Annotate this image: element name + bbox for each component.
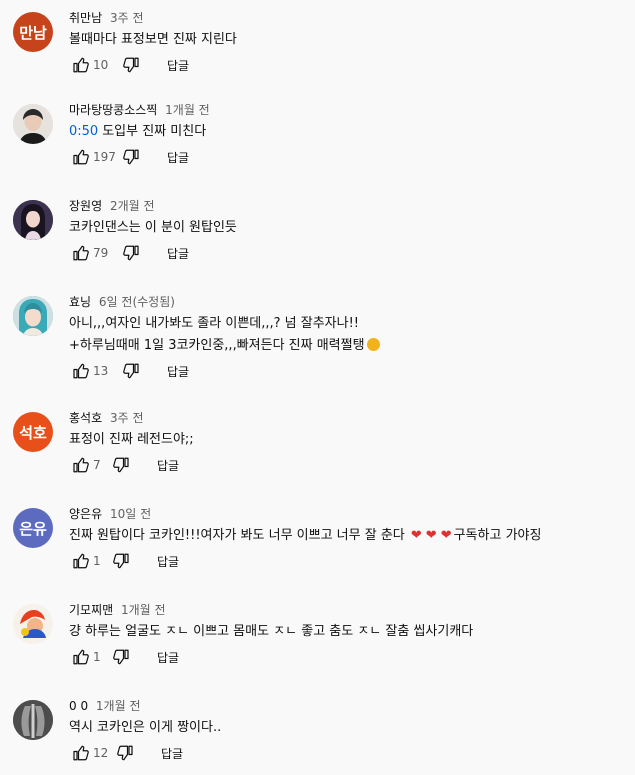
comment-author[interactable]: 취만남 [69,11,102,25]
video-timestamp-link[interactable]: 0:50 [69,124,98,139]
like-icon[interactable] [69,550,91,572]
comment-actions: 79 답글 [69,241,189,265]
comment-author[interactable]: 0 0 [69,699,88,713]
comment-list: 만남 취만남 3주 전 볼때마다 표정보면 진짜 지린다 10 답글 마라탕땅콩… [0,0,635,775]
character-photo-icon [13,604,53,644]
comment-time[interactable]: 2개월 전 [110,199,155,213]
avatar[interactable] [13,604,53,644]
reply-button[interactable]: 답글 [167,147,189,168]
like-count: 1 [93,554,101,568]
comment-text: 표정이 진짜 레전드야;; [69,432,194,447]
dislike-icon[interactable] [111,454,133,476]
xray-photo-icon [13,700,53,740]
comment-actions: 197 답글 [69,145,189,169]
comment-time[interactable]: 3주 전 [110,411,144,425]
reply-button[interactable]: 답글 [167,361,189,382]
like-icon[interactable] [69,54,91,76]
like-icon[interactable] [69,146,91,168]
avatar-initials: 은유 [19,519,47,538]
dislike-icon[interactable] [121,146,143,168]
comment-time[interactable]: 6일 전(수정됨) [99,295,175,309]
comment-text: 0:50 도입부 진짜 미친다 [69,124,207,139]
reply-button[interactable]: 답글 [157,647,179,668]
like-count: 7 [93,458,101,472]
comment-time[interactable]: 1개월 전 [121,603,166,617]
avatar[interactable]: 은유 [13,508,53,548]
comment-time[interactable]: 1개월 전 [96,699,141,713]
dislike-icon[interactable] [111,646,133,668]
comment-time[interactable]: 10일 전 [110,507,151,521]
comment-actions: 12 답글 [69,741,183,765]
person-photo-icon [13,200,53,240]
like-count: 13 [93,364,109,378]
comment-actions: 7 답글 [69,453,179,477]
comment-author[interactable]: 양은유 [69,507,102,521]
angry-face-emoji-icon [366,338,380,351]
comment-author[interactable]: 효닝 [69,295,91,309]
avatar[interactable] [13,104,53,144]
person-photo-icon [13,296,53,336]
avatar[interactable] [13,296,53,336]
comment-actions: 1 답글 [69,645,179,669]
avatar-initials: 만남 [19,23,47,42]
comment-actions: 13 답글 [69,359,189,383]
like-icon[interactable] [69,242,91,264]
dislike-icon[interactable] [111,550,133,572]
dislike-icon[interactable] [121,242,143,264]
like-icon[interactable] [69,742,91,764]
avatar[interactable] [13,700,53,740]
comment-time[interactable]: 1개월 전 [165,103,210,117]
comment-author[interactable]: 장원영 [69,199,102,213]
comment-text: 아니,,,여자인 내가봐도 졸라 이쁜데,,,? 넘 잘추자나!! +하루님때매… [69,313,627,357]
comment-time[interactable]: 3주 전 [110,11,144,25]
comment-text: 걍 하루는 얼굴도 ㅈㄴ 이쁘고 몸매도 ㅈㄴ 좋고 춤도 ㅈㄴ 잘춤 씹사기캐… [69,624,474,639]
comment-text: 코카인댄스는 이 분이 원탑인듯 [69,220,237,235]
reply-button[interactable]: 답글 [167,55,189,76]
avatar[interactable]: 석호 [13,412,53,452]
like-icon[interactable] [69,646,91,668]
dislike-icon[interactable] [121,360,143,382]
comment-text: 역시 코카인은 이게 짱이다.. [69,720,222,735]
like-count: 12 [93,746,109,760]
like-icon[interactable] [69,360,91,382]
avatar[interactable] [13,200,53,240]
like-count: 79 [93,246,109,260]
like-count: 10 [93,58,109,72]
like-count: 1 [93,650,101,664]
heart-emoji-icon: ❤ [425,528,437,543]
reply-button[interactable]: 답글 [161,743,183,764]
heart-emoji-icon: ❤ [440,528,452,543]
comment-actions: 1 답글 [69,549,179,573]
dislike-icon[interactable] [121,54,143,76]
like-icon[interactable] [69,454,91,476]
comment-author[interactable]: 마라탕땅콩소스찍 [69,103,157,117]
avatar-initials: 석호 [19,423,47,442]
heart-emoji-icon: ❤ [410,528,422,543]
comment-author[interactable]: 기모찌맨 [69,603,113,617]
comment-text: 볼때마다 표정보면 진짜 지린다 [69,32,237,47]
comment-text: 진짜 원탑이다 코카인!!!여자가 봐도 너무 이쁘고 너무 잘 춘다 ❤ ❤ ❤ 구… [69,528,542,543]
avatar[interactable]: 만남 [13,12,53,52]
reply-button[interactable]: 답글 [157,551,179,572]
comment-author[interactable]: 홍석호 [69,411,102,425]
like-count: 197 [93,150,116,164]
dislike-icon[interactable] [115,742,137,764]
comment-actions: 10 답글 [69,53,189,77]
person-photo-icon [13,104,53,144]
reply-button[interactable]: 답글 [157,455,179,476]
reply-button[interactable]: 답글 [167,243,189,264]
